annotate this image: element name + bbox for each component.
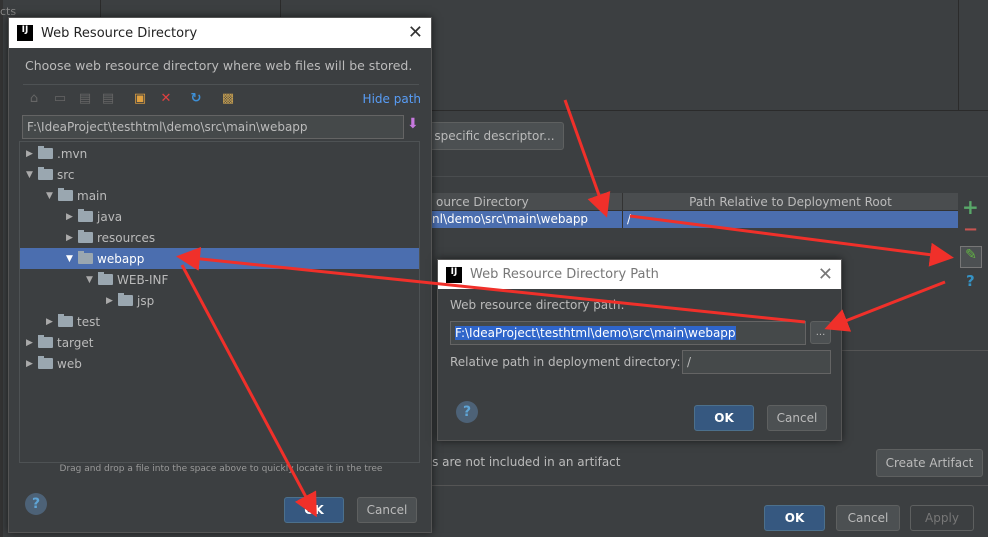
arrow-to-ok-button bbox=[180, 264, 317, 518]
arrow-to-webapp-folder bbox=[176, 246, 806, 324]
annotation-arrows bbox=[176, 99, 954, 518]
arrow-to-table-row bbox=[563, 99, 611, 218]
arrow-to-edit-icon bbox=[629, 214, 954, 267]
arrow-to-browse-button bbox=[824, 280, 946, 332]
